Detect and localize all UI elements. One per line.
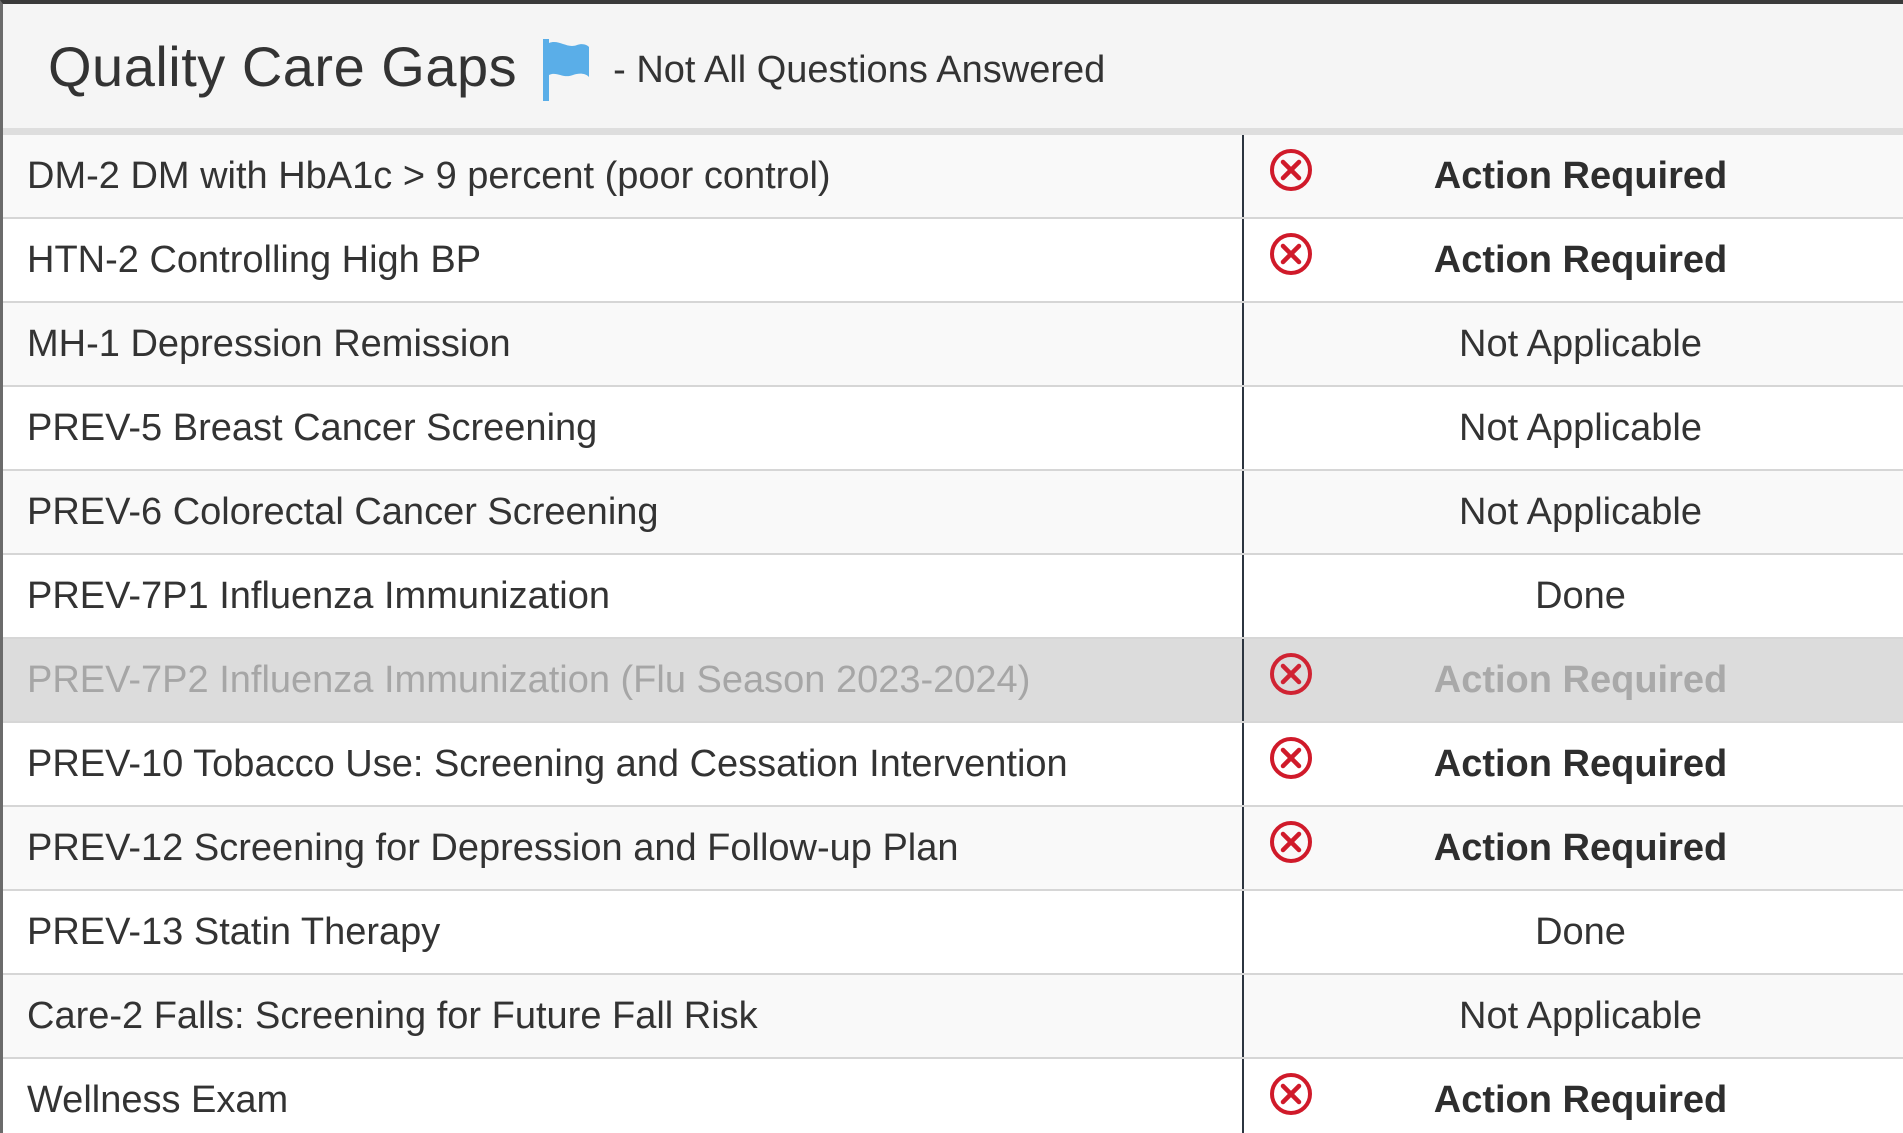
- care-gap-name: Wellness Exam: [3, 1059, 1244, 1133]
- error-circle-icon: [1268, 735, 1314, 781]
- panel-header: Quality Care Gaps - Not All Questions An…: [3, 4, 1903, 135]
- care-gap-status-cell: Not Applicable: [1244, 975, 1903, 1057]
- error-circle-icon: [1268, 231, 1314, 277]
- care-gap-name: PREV-6 Colorectal Cancer Screening: [3, 471, 1244, 553]
- care-gap-row[interactable]: HTN-2 Controlling High BP Action Required: [3, 219, 1903, 303]
- care-gap-status-cell: Done: [1244, 555, 1903, 637]
- care-gap-name: PREV-13 Statin Therapy: [3, 891, 1244, 973]
- care-gap-row[interactable]: Wellness Exam Action Required: [3, 1059, 1903, 1133]
- care-gap-row[interactable]: DM-2 DM with HbA1c > 9 percent (poor con…: [3, 135, 1903, 219]
- care-gap-row[interactable]: MH-1 Depression Remission Not Applicable: [3, 303, 1903, 387]
- care-gap-row[interactable]: PREV-13 Statin Therapy Done: [3, 891, 1903, 975]
- header-note: - Not All Questions Answered: [613, 48, 1106, 91]
- care-gap-status: Action Required: [1433, 154, 1728, 197]
- error-circle-icon: [1268, 147, 1314, 193]
- care-gap-status-cell: Action Required: [1244, 1059, 1903, 1133]
- care-gap-name: PREV-10 Tobacco Use: Screening and Cessa…: [3, 723, 1244, 805]
- care-gap-row[interactable]: PREV-10 Tobacco Use: Screening and Cessa…: [3, 723, 1903, 807]
- care-gap-name: HTN-2 Controlling High BP: [3, 219, 1244, 301]
- care-gap-status: Not Applicable: [1459, 406, 1702, 449]
- error-circle-icon: [1268, 651, 1314, 697]
- care-gap-row: PREV-7P2 Influenza Immunization (Flu Sea…: [3, 639, 1903, 723]
- care-gap-status-cell: Not Applicable: [1244, 471, 1903, 553]
- care-gap-status: Action Required: [1433, 826, 1728, 869]
- care-gap-name: PREV-7P2 Influenza Immunization (Flu Sea…: [3, 639, 1244, 721]
- care-gap-status: Action Required: [1433, 742, 1728, 785]
- care-gap-row[interactable]: PREV-12 Screening for Depression and Fol…: [3, 807, 1903, 891]
- care-gap-status-cell: Action Required: [1244, 135, 1903, 217]
- care-gap-name: PREV-7P1 Influenza Immunization: [3, 555, 1244, 637]
- flag-icon: [541, 37, 593, 103]
- care-gap-status: Done: [1535, 910, 1626, 953]
- care-gap-row[interactable]: PREV-6 Colorectal Cancer Screening Not Ap…: [3, 471, 1903, 555]
- care-gap-row[interactable]: PREV-5 Breast Cancer Screening Not Applic…: [3, 387, 1903, 471]
- care-gap-status: Not Applicable: [1459, 490, 1702, 533]
- quality-care-gaps-panel: Quality Care Gaps - Not All Questions An…: [0, 0, 1903, 1133]
- care-gap-row[interactable]: PREV-7P1 Influenza Immunization Done: [3, 555, 1903, 639]
- care-gap-status-cell: Action Required: [1244, 723, 1903, 805]
- care-gap-name: PREV-5 Breast Cancer Screening: [3, 387, 1244, 469]
- care-gap-status: Action Required: [1433, 238, 1728, 281]
- care-gap-status: Action Required: [1433, 658, 1728, 701]
- care-gap-list: DM-2 DM with HbA1c > 9 percent (poor con…: [3, 135, 1903, 1133]
- care-gap-status-cell: Action Required: [1244, 639, 1903, 721]
- care-gap-status: Not Applicable: [1459, 322, 1702, 365]
- error-circle-icon: [1268, 1071, 1314, 1117]
- care-gap-name: Care-2 Falls: Screening for Future Fall …: [3, 975, 1244, 1057]
- care-gap-status-cell: Not Applicable: [1244, 387, 1903, 469]
- care-gap-status-cell: Action Required: [1244, 807, 1903, 889]
- error-circle-icon: [1268, 819, 1314, 865]
- care-gap-status-cell: Action Required: [1244, 219, 1903, 301]
- care-gap-name: DM-2 DM with HbA1c > 9 percent (poor con…: [3, 135, 1244, 217]
- care-gap-status: Action Required: [1433, 1078, 1728, 1121]
- panel-title: Quality Care Gaps: [48, 34, 518, 98]
- care-gap-status-cell: Not Applicable: [1244, 303, 1903, 385]
- care-gap-name: MH-1 Depression Remission: [3, 303, 1244, 385]
- care-gap-status-cell: Done: [1244, 891, 1903, 973]
- care-gap-status: Done: [1535, 574, 1626, 617]
- care-gap-row[interactable]: Care-2 Falls: Screening for Future Fall …: [3, 975, 1903, 1059]
- care-gap-status: Not Applicable: [1459, 994, 1702, 1037]
- care-gap-name: PREV-12 Screening for Depression and Fol…: [3, 807, 1244, 889]
